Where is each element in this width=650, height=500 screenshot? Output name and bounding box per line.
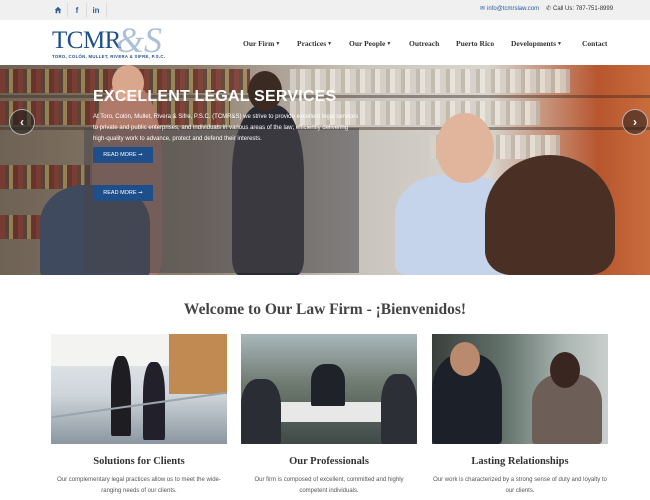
- card-title-professionals[interactable]: Our Professionals: [241, 456, 417, 467]
- person-photo: [381, 374, 417, 444]
- person-photo: [111, 356, 131, 436]
- welcome-heading: Welcome to Our Law Firm - ¡Bienvenidos!: [183, 301, 467, 318]
- nav-item-outreach[interactable]: Outreach: [409, 39, 439, 48]
- nav-item-puerto-rico[interactable]: Puerto Rico: [456, 39, 494, 48]
- nav-label: Our People: [349, 39, 386, 48]
- facebook-icon[interactable]: f: [67, 0, 87, 20]
- hero-title: EXCELLENT LEGAL SERVICES: [93, 88, 337, 105]
- nav-label: Developments: [511, 39, 556, 48]
- card-title-solutions[interactable]: Solutions for Clients: [51, 456, 227, 467]
- read-more-button[interactable]: READ MORE ➞: [93, 147, 153, 163]
- nav-item-developments[interactable]: Developments▼: [511, 39, 562, 48]
- nav-item-practices[interactable]: Practices▼: [297, 39, 332, 48]
- phone-contact: ✆ Call Us: 787-751-8999: [546, 5, 613, 12]
- read-more-button-secondary[interactable]: READ MORE ➞: [93, 185, 153, 201]
- nav-label: Puerto Rico: [456, 39, 495, 48]
- person-photo: [450, 342, 480, 376]
- envelope-icon: ✉: [480, 6, 486, 12]
- card-text-solutions: Our complementary legal practices allow …: [57, 477, 221, 494]
- logo-wordmark: TCMR: [52, 27, 121, 54]
- nav-label: Practices: [297, 39, 327, 48]
- phone-text: Call Us: 787-751-8999: [553, 6, 614, 12]
- email-link[interactable]: ✉ info@tcmrslaw.com: [480, 5, 539, 12]
- chevron-down-icon: ▼: [327, 42, 333, 47]
- chevron-down-icon: ▼: [275, 42, 281, 47]
- chevron-down-icon: ▼: [557, 42, 562, 47]
- nav-item-our-firm[interactable]: Our Firm▼: [243, 39, 280, 48]
- railing: [51, 391, 227, 419]
- logo-subtitle: TORO, COLÓN, MULLET, RIVERA & SIFRE, P.S…: [52, 54, 166, 59]
- slider-prev-button[interactable]: ‹: [9, 109, 35, 135]
- card-text-relationships: Our work is characterized by a strong se…: [433, 477, 607, 494]
- slider-next-button[interactable]: ›: [622, 109, 648, 135]
- logo-ampersand: &S: [116, 20, 163, 60]
- hero-description: At Toro, Colón, Mullet, Rivera & Sifre, …: [93, 114, 359, 142]
- home-icon[interactable]: [48, 0, 68, 20]
- person-photo: [485, 155, 615, 275]
- nav-label: Contact: [582, 39, 608, 48]
- nav-item-our-people[interactable]: Our People▼: [349, 39, 391, 48]
- card-image-professionals[interactable]: [241, 334, 417, 444]
- chevron-right-icon: ›: [633, 115, 637, 129]
- person-photo: [436, 113, 494, 183]
- site-logo[interactable]: TCMR &S TORO, COLÓN, MULLET, RIVERA & SI…: [52, 22, 165, 62]
- nav-label: Outreach: [409, 39, 440, 48]
- chevron-down-icon: ▼: [386, 42, 392, 47]
- nav-label: Our Firm: [243, 39, 275, 48]
- phone-icon: ✆: [546, 6, 552, 12]
- nav-item-contact[interactable]: Contact: [582, 39, 607, 48]
- divider: [106, 3, 107, 17]
- card-text-professionals: Our firm is composed of excellent, commi…: [254, 477, 404, 494]
- site-header: TCMR &S TORO, COLÓN, MULLET, RIVERA & SI…: [0, 20, 650, 65]
- email-text: info@tcmrslaw.com: [487, 6, 540, 12]
- linkedin-icon[interactable]: in: [86, 0, 106, 20]
- card-image-solutions[interactable]: [51, 334, 227, 444]
- top-utility-bar: f in ✉ info@tcmrslaw.com ✆ Call Us: 787-75…: [0, 0, 650, 20]
- person-photo: [311, 364, 345, 406]
- wood-panel: [169, 334, 227, 394]
- card-title-relationships[interactable]: Lasting Relationships: [432, 456, 608, 467]
- person-photo: [241, 379, 281, 444]
- card-image-relationships[interactable]: [432, 334, 608, 444]
- person-photo: [550, 352, 580, 388]
- chevron-left-icon: ‹: [20, 115, 24, 129]
